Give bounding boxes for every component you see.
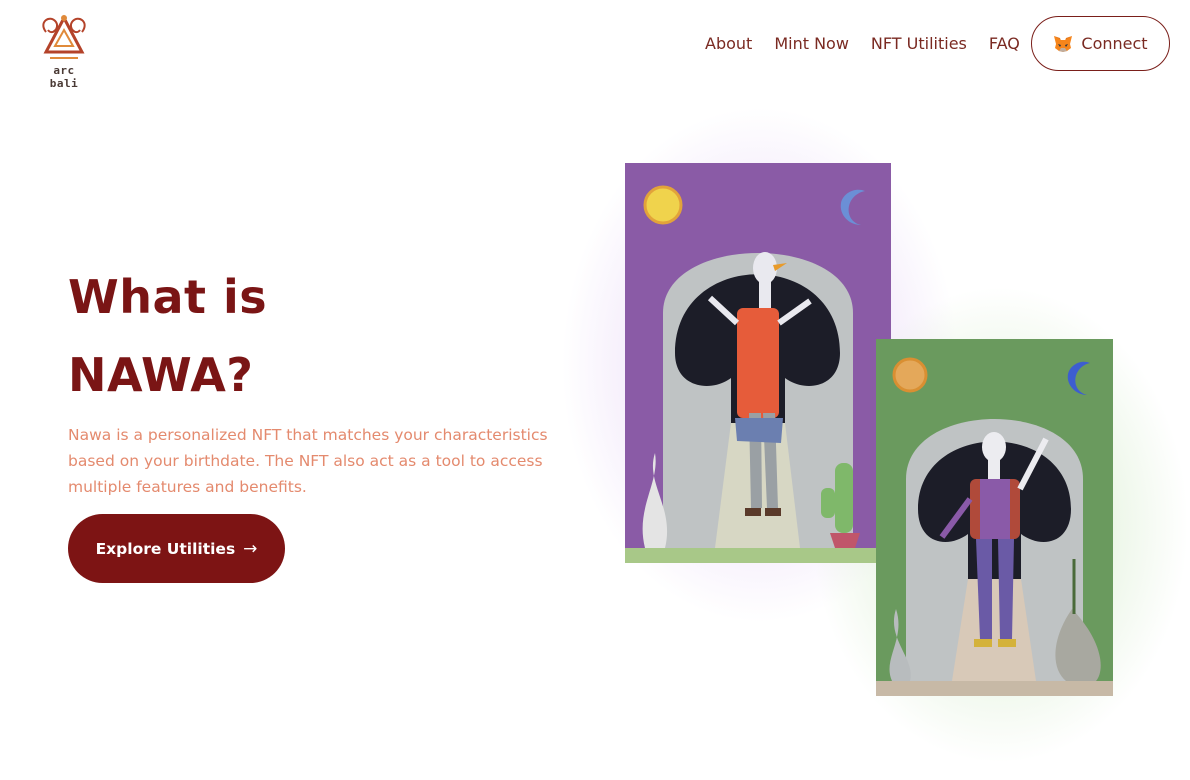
- landing-page: arc bali About Mint Now NFT Utilities FA…: [0, 0, 1190, 780]
- nav-mint-now[interactable]: Mint Now: [774, 34, 849, 53]
- goose-character-illustration-2: [876, 339, 1113, 696]
- nav-about[interactable]: About: [705, 34, 752, 53]
- nawa-card-green[interactable]: [876, 339, 1113, 696]
- nawa-card-purple[interactable]: [625, 163, 891, 563]
- brand-name: arc bali: [49, 64, 79, 90]
- goose-character-illustration: [625, 163, 891, 563]
- hero-title: What is NAWA?: [68, 258, 488, 414]
- explore-utilities-button[interactable]: Explore Utilities →: [68, 514, 285, 583]
- main-nav: About Mint Now NFT Utilities FAQ: [705, 34, 1042, 53]
- hero-title-line-2: NAWA?: [68, 348, 254, 402]
- nav-nft-utilities[interactable]: NFT Utilities: [871, 34, 967, 53]
- brand-logo[interactable]: arc bali: [36, 12, 92, 90]
- metamask-fox-icon: [1053, 35, 1073, 53]
- hero-description: Nawa is a personalized NFT that matches …: [68, 426, 548, 496]
- connect-label: Connect: [1081, 34, 1148, 53]
- connect-wallet-button[interactable]: Connect: [1031, 16, 1170, 71]
- explore-utilities-label: Explore Utilities: [95, 539, 236, 558]
- hero-title-line-1: What is: [68, 270, 268, 324]
- arrow-right-icon: →: [243, 538, 258, 559]
- arc-bali-logo-icon: [42, 14, 86, 59]
- nav-faq[interactable]: FAQ: [989, 34, 1020, 53]
